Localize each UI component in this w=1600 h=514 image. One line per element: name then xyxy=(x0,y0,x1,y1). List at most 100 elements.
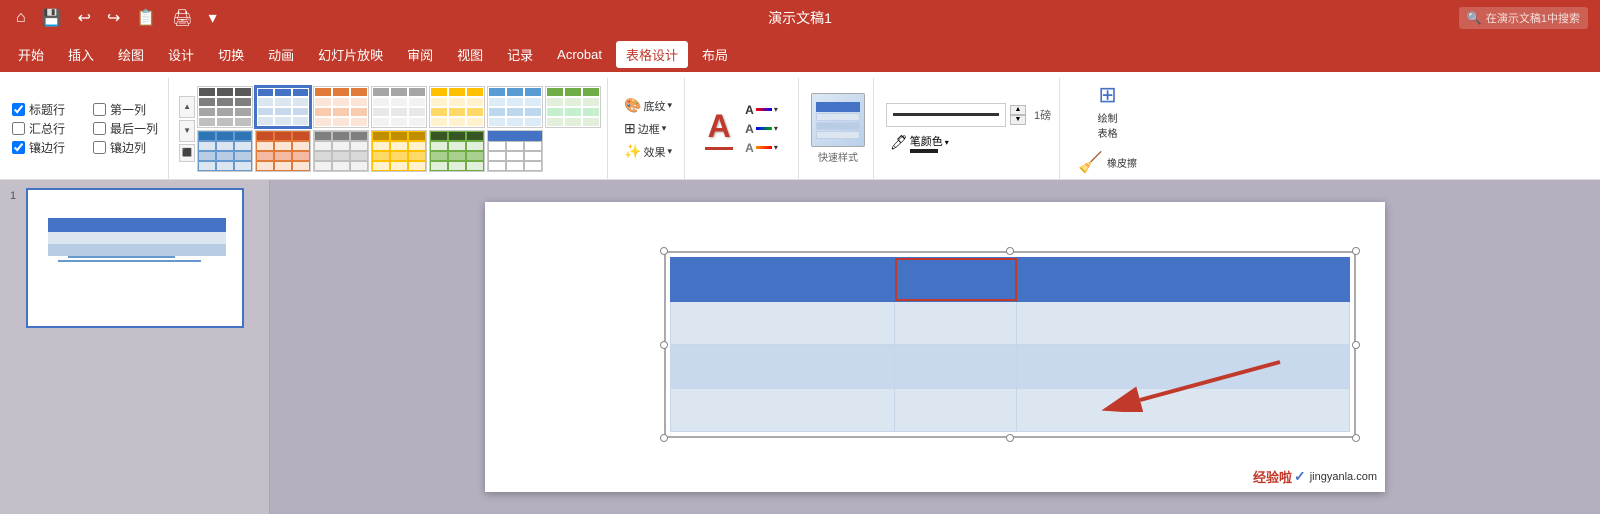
pen-color-stripe xyxy=(910,149,938,153)
line-weight-spinner: ▲ ▼ xyxy=(1010,105,1026,125)
gallery-item-1[interactable] xyxy=(255,86,311,128)
gallery-item-11[interactable] xyxy=(429,130,485,172)
effect-dropdown-icon: ▾ xyxy=(667,146,672,157)
text-fill-icon: A xyxy=(745,103,754,117)
gallery-item-3[interactable] xyxy=(371,86,427,128)
table-cell-r4c1[interactable] xyxy=(671,388,895,432)
redo-icon[interactable]: ↪ xyxy=(103,6,124,30)
slide-table[interactable] xyxy=(670,257,1350,432)
checkbox-huizongxing[interactable] xyxy=(12,122,25,135)
menu-shenyue[interactable]: 审阅 xyxy=(397,41,443,68)
custom-icon[interactable]: 📋 xyxy=(132,6,160,30)
table-cell-r1c1[interactable] xyxy=(671,258,895,302)
table-cell-r2c1[interactable] xyxy=(671,301,895,345)
gallery-item-7[interactable] xyxy=(197,130,253,172)
table-cell-r1c2[interactable] xyxy=(895,258,1017,302)
table-cell-r1c3[interactable] xyxy=(1017,258,1350,302)
gallery-item-8[interactable] xyxy=(255,130,311,172)
text-fill-btn[interactable]: A ▾ xyxy=(741,101,782,119)
print-icon[interactable]: 🖨 xyxy=(168,6,196,30)
menu-biaogesheji[interactable]: 表格设计 xyxy=(616,41,688,68)
table-cell-r2c3[interactable] xyxy=(1017,301,1350,345)
slide-page[interactable]: 经验啦 ✓ jingyanla.com xyxy=(485,202,1385,492)
effect-btn[interactable]: ✨ 效果 ▾ xyxy=(620,141,676,162)
search-box[interactable]: 🔍 在演示文稿1中搜索 xyxy=(1459,7,1588,29)
menu-sheji[interactable]: 设计 xyxy=(158,41,204,68)
label-huizongxing: 汇总行 xyxy=(29,120,65,137)
handle-top-left[interactable] xyxy=(660,247,668,255)
text-outline-btn[interactable]: A ▾ xyxy=(741,120,782,138)
checkbox-xiangbianyilie[interactable] xyxy=(93,141,106,154)
checkbox-diyilie[interactable] xyxy=(93,103,106,116)
menu-huitu[interactable]: 绘图 xyxy=(108,41,154,68)
gallery-item-6[interactable] xyxy=(545,86,601,128)
menu-charu[interactable]: 插入 xyxy=(58,41,104,68)
gallery-item-10[interactable] xyxy=(371,130,427,172)
handle-mid-left[interactable] xyxy=(660,341,668,349)
table-row-4 xyxy=(671,388,1350,432)
wordart-fill-btn[interactable]: A xyxy=(705,108,733,150)
table-cell-r3c3[interactable] xyxy=(1017,345,1350,389)
table-cell-r3c2[interactable] xyxy=(895,345,1017,389)
quick-styles-btn[interactable] xyxy=(811,93,865,147)
text-effect-btn[interactable]: A ▾ xyxy=(741,139,782,157)
text-fill-color xyxy=(756,108,772,111)
gallery-item-0[interactable] xyxy=(197,86,253,128)
shading-btn[interactable]: 🎨 底纹 ▾ xyxy=(620,95,676,116)
gallery-more-btn[interactable]: ⬛ xyxy=(179,144,195,162)
border-btn[interactable]: ⊞ 边框 ▾ xyxy=(620,118,676,139)
gallery-item-12[interactable] xyxy=(487,130,543,172)
spin-up[interactable]: ▲ xyxy=(1010,105,1026,115)
menu-jilu[interactable]: 记录 xyxy=(497,41,543,68)
table-cell-r3c1[interactable] xyxy=(671,345,895,389)
eraser-btn[interactable]: 🧹 橡皮擦 xyxy=(1072,146,1143,179)
gallery-item-9[interactable] xyxy=(313,130,369,172)
gallery-prev-btn[interactable]: ▲ xyxy=(179,96,195,118)
checkbox-row-biaotihang: 标题行 xyxy=(12,101,77,118)
save-icon[interactable]: 💾 xyxy=(38,6,66,30)
more-icon[interactable]: ▾ xyxy=(205,6,221,30)
quick-styles-section: 快速样式 xyxy=(803,78,874,179)
thumb-row-1 xyxy=(48,232,226,244)
handle-bottom-mid[interactable] xyxy=(1006,434,1014,442)
handle-top-mid[interactable] xyxy=(1006,247,1014,255)
menu-放映[interactable]: 幻灯片放映 xyxy=(308,41,393,68)
spin-down[interactable]: ▼ xyxy=(1010,115,1026,125)
eraser-label: 橡皮擦 xyxy=(1107,155,1137,170)
checkbox-xiangbianhang[interactable] xyxy=(12,141,25,154)
draw-table-label: 绘制 表格 xyxy=(1098,110,1118,140)
menu-buju[interactable]: 布局 xyxy=(692,41,738,68)
shading-dropdown-icon: ▾ xyxy=(667,100,672,111)
table-style-gallery: ▲ ▼ ⬛ xyxy=(173,78,608,179)
slide-thumbnail[interactable] xyxy=(26,188,244,328)
thumb-line-2 xyxy=(58,260,200,262)
menu-kaishi[interactable]: 开始 xyxy=(8,41,54,68)
checkbox-zuihouyilie[interactable] xyxy=(93,122,106,135)
menu-qiehuan[interactable]: 切换 xyxy=(208,41,254,68)
handle-bottom-right[interactable] xyxy=(1352,434,1360,442)
slide-panel: 1 xyxy=(0,180,270,514)
wordart-A-icon: A xyxy=(708,108,731,145)
pen-color-btn[interactable]: 🖊 笔颜色 ▾ xyxy=(886,131,953,155)
gallery-item-5[interactable] xyxy=(487,86,543,128)
home-icon[interactable]: ⌂ xyxy=(12,7,30,29)
shading-label: 底纹 xyxy=(643,98,665,114)
table-cell-r4c3[interactable] xyxy=(1017,388,1350,432)
gallery-item-4[interactable] xyxy=(429,86,485,128)
menu-acrobat[interactable]: Acrobat xyxy=(547,43,612,66)
menu-bar: 开始 插入 绘图 设计 切换 动画 幻灯片放映 审阅 视图 记录 Acrobat… xyxy=(0,36,1600,72)
undo-icon[interactable]: ↩ xyxy=(74,6,95,30)
slide-table-wrapper[interactable] xyxy=(670,257,1350,432)
handle-top-right[interactable] xyxy=(1352,247,1360,255)
checkbox-biaotihang[interactable] xyxy=(12,103,25,116)
handle-mid-right[interactable] xyxy=(1352,341,1360,349)
table-cell-r2c2[interactable] xyxy=(895,301,1017,345)
line-weight-value: 1磅 xyxy=(1034,107,1051,123)
menu-shitu[interactable]: 视图 xyxy=(447,41,493,68)
menu-donghua[interactable]: 动画 xyxy=(258,41,304,68)
gallery-next-btn[interactable]: ▼ xyxy=(179,120,195,142)
table-cell-r4c2[interactable] xyxy=(895,388,1017,432)
handle-bottom-left[interactable] xyxy=(660,434,668,442)
gallery-item-2[interactable] xyxy=(313,86,369,128)
draw-table-btn[interactable]: ⊞ 绘制 表格 xyxy=(1092,78,1124,144)
